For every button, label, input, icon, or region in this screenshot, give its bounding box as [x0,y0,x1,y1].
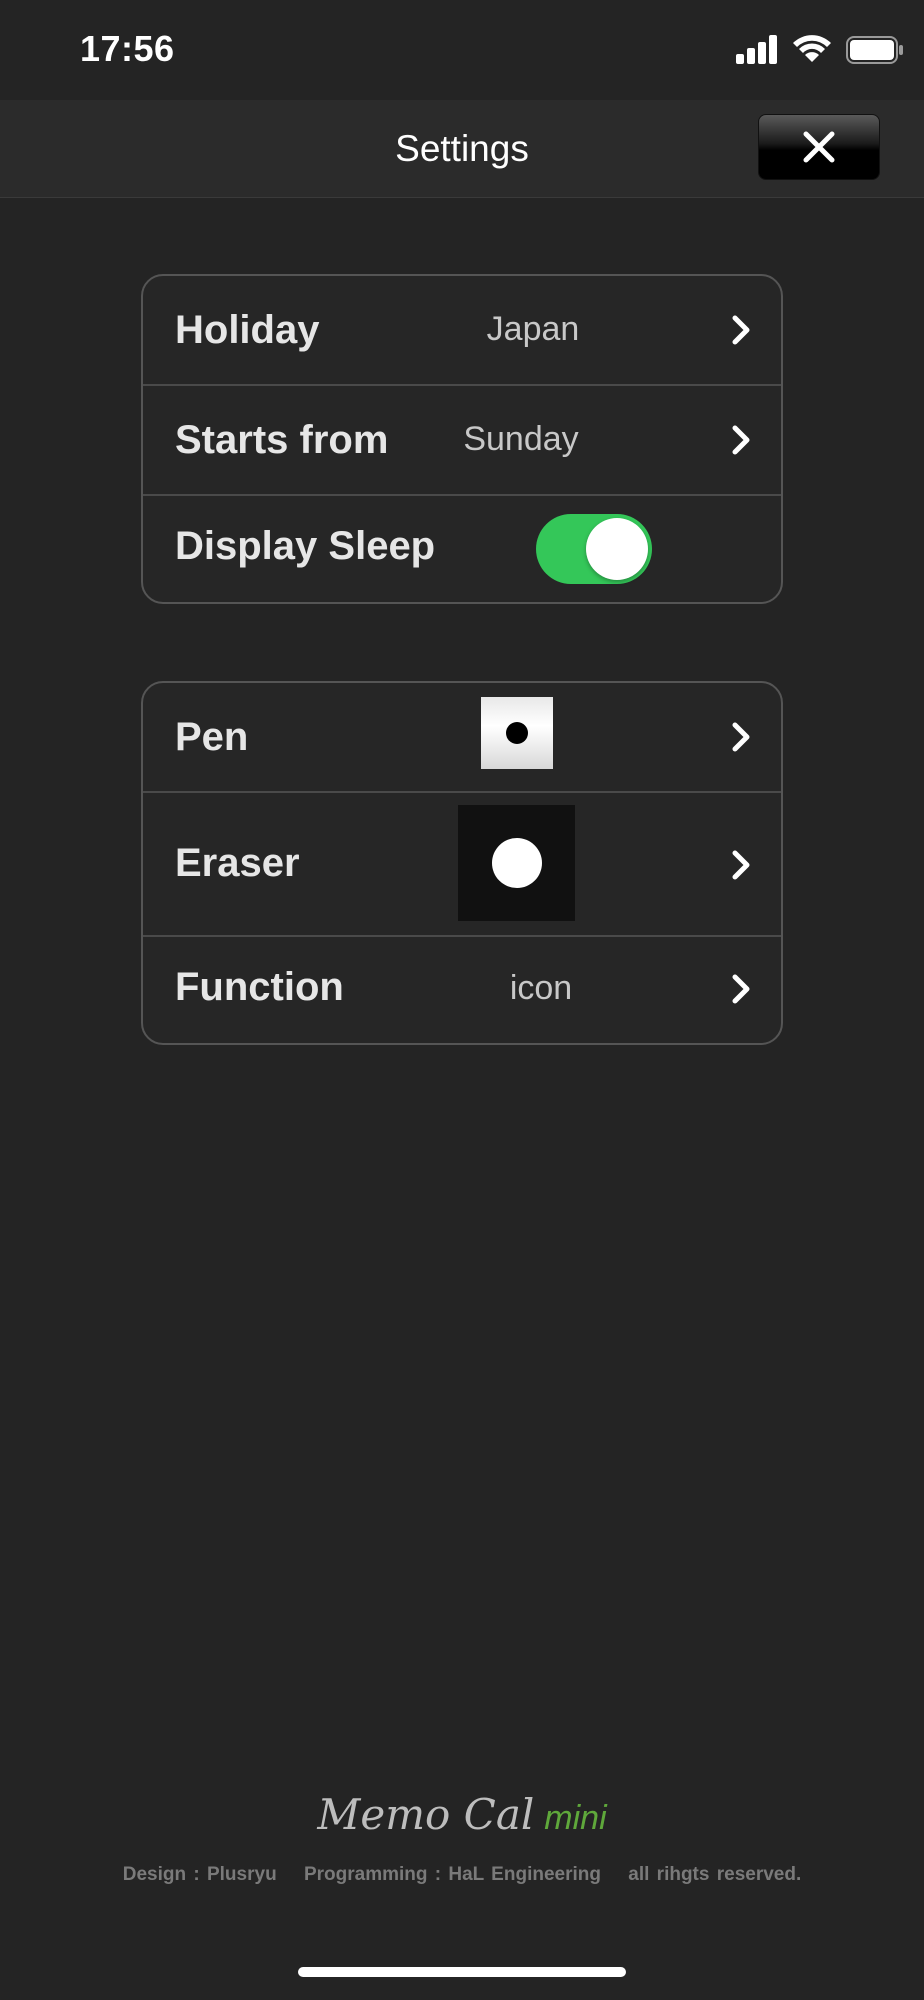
pen-row[interactable]: Pen [143,683,781,793]
chevron-right-icon [732,974,750,1004]
starts-from-row[interactable]: Starts from Sunday [143,386,781,496]
starts-from-label: Starts from [175,418,389,462]
starts-from-value: Sunday [463,420,579,458]
close-button[interactable] [758,114,880,180]
function-value: icon [509,969,573,1007]
eraser-preview [458,805,575,921]
settings-group-tools: Pen Eraser Function icon [141,681,783,1045]
chevron-right-icon [732,425,750,455]
wifi-icon [792,34,832,64]
holiday-value: Japan [486,310,580,348]
function-row[interactable]: Function icon [143,937,781,1043]
status-bar: 17:56 [0,0,924,100]
app-logo: Memo Cal mini [0,1790,924,1839]
battery-icon [846,36,904,64]
eraser-dot-icon [491,838,542,888]
chevron-right-icon [732,722,750,752]
home-indicator[interactable] [298,1967,626,1977]
pen-preview [481,697,553,769]
nav-header: Settings [0,100,924,198]
cellular-signal-icon [736,34,780,64]
chevron-right-icon [732,315,750,345]
display-sleep-row: Display Sleep [143,496,781,602]
pen-dot-icon [506,722,528,744]
rights-text: all rihgts reserved. [628,1864,802,1885]
display-sleep-label: Display Sleep [175,524,436,568]
programming-credit: Programming : HaL Engineering [303,1864,601,1885]
logo-main-text: Memo Cal [317,1790,535,1839]
eraser-label: Eraser [175,841,300,885]
status-time: 17:56 [80,28,175,69]
settings-group-general: Holiday Japan Starts from Sunday Display… [141,274,783,604]
pen-label: Pen [175,715,249,759]
holiday-row[interactable]: Holiday Japan [143,276,781,386]
design-credit: Design : Plusryu [122,1864,277,1885]
chevron-right-icon [732,850,750,880]
holiday-label: Holiday [175,308,320,352]
footer-credits: Design : Plusryu Programming : HaL Engin… [0,1864,924,1886]
toggle-knob [586,518,648,580]
eraser-row[interactable]: Eraser [143,793,781,937]
logo-mini-text: mini [544,1799,607,1837]
close-icon [803,131,835,163]
function-label: Function [175,965,344,1009]
display-sleep-toggle[interactable] [536,514,652,584]
